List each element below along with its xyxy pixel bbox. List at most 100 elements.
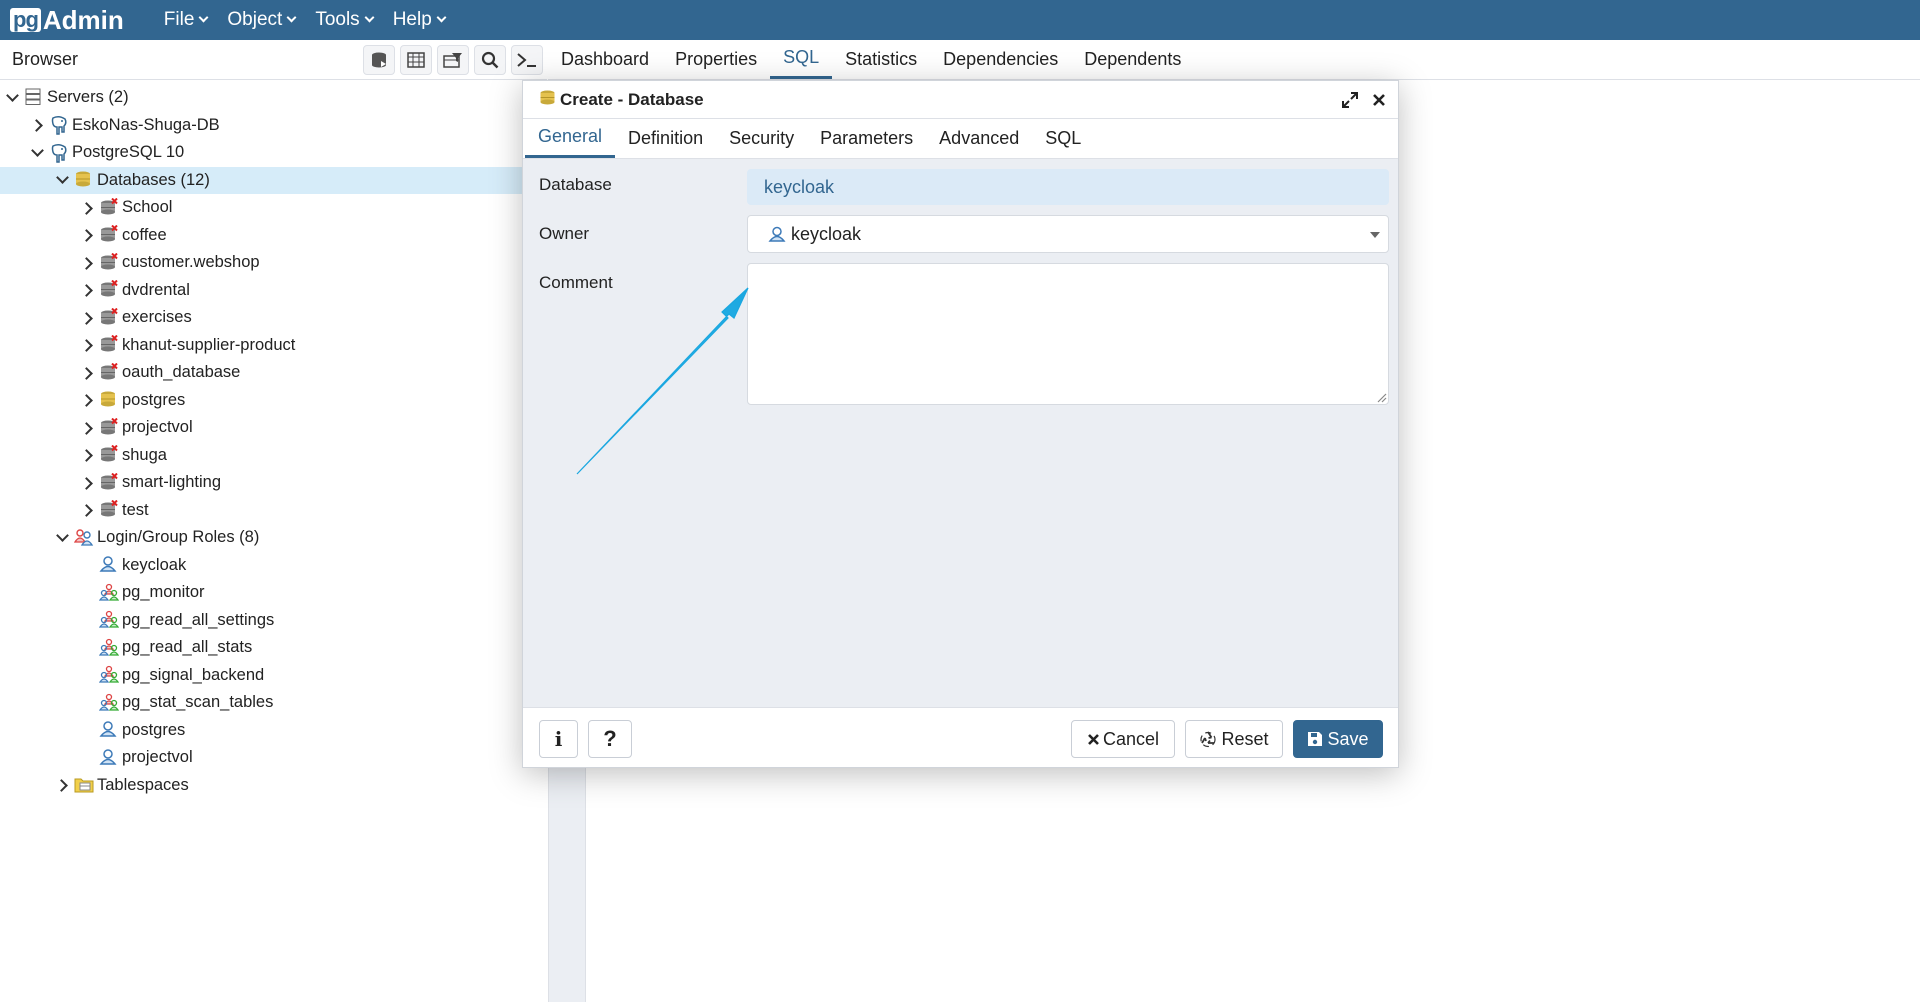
chevron-right-icon[interactable]: [77, 308, 99, 328]
tree-node[interactable]: School: [77, 194, 172, 221]
cancel-label: Cancel: [1102, 728, 1160, 749]
pgadmin-logo[interactable]: pg Admin: [10, 5, 124, 36]
chevron-right-icon[interactable]: [77, 390, 99, 410]
chevron-right-icon[interactable]: [77, 335, 99, 355]
tab-properties[interactable]: Properties: [662, 39, 770, 79]
database-name-field[interactable]: keycloak: [747, 169, 1389, 205]
tree-node-label: dvdrental: [122, 280, 190, 299]
menu-help-label: Help: [392, 9, 432, 30]
tree-node[interactable]: Tablespaces: [52, 772, 189, 799]
tree-node[interactable]: Databases (12): [0, 166, 547, 194]
menu-object[interactable]: Object: [217, 0, 305, 40]
view-data-button[interactable]: [400, 44, 432, 75]
menu-object-label: Object: [227, 9, 283, 30]
filtered-rows-button[interactable]: [437, 44, 469, 75]
chevron-right-icon[interactable]: [77, 280, 99, 300]
top-navbar: pg Admin File Object Tools Help: [0, 0, 1920, 40]
tab-dependencies[interactable]: Dependencies: [930, 39, 1071, 79]
tab-statistics[interactable]: Statistics: [832, 39, 930, 79]
tab-parameters[interactable]: Parameters: [807, 118, 926, 158]
chevron-right-icon[interactable]: [77, 473, 99, 493]
query-tool-button[interactable]: [363, 44, 395, 75]
tree-node[interactable]: pg_read_all_settings: [77, 607, 274, 634]
tree-node[interactable]: Login/Group Roles (8): [52, 524, 259, 551]
tab-dialog-sql[interactable]: SQL: [1032, 118, 1094, 158]
tab-general[interactable]: General: [525, 118, 616, 158]
tree-node[interactable]: Servers (2): [2, 84, 129, 111]
tree-node[interactable]: customer.webshop: [77, 249, 260, 276]
tree-node[interactable]: khanut-supplier-product: [77, 332, 295, 359]
chevron-right-icon[interactable]: [27, 115, 49, 135]
group-role-icon: [98, 693, 120, 713]
chevron-right-icon[interactable]: [77, 363, 99, 383]
tree-node[interactable]: coffee: [77, 222, 167, 249]
resize-handle-icon[interactable]: [1376, 392, 1387, 403]
chevron-down-icon[interactable]: [52, 170, 74, 190]
reset-button[interactable]: Reset: [1185, 720, 1283, 758]
chevron-right-icon[interactable]: [77, 225, 99, 245]
tree-node[interactable]: shuga: [77, 442, 167, 469]
create-database-dialog: Create - Database General Definition Sec…: [522, 80, 1399, 768]
tree-node[interactable]: exercises: [77, 304, 192, 331]
tab-advanced[interactable]: Advanced: [926, 118, 1032, 158]
chevron-right-icon[interactable]: [77, 445, 99, 465]
chevron-right-icon[interactable]: [77, 500, 99, 520]
tab-dependents[interactable]: Dependents: [1071, 39, 1194, 79]
chevron-down-icon: [364, 12, 375, 23]
tab-security[interactable]: Security: [716, 118, 807, 158]
chevron-down-icon[interactable]: [52, 528, 74, 548]
tree-node[interactable]: oauth_database: [77, 359, 240, 386]
help-button[interactable]: ?: [588, 720, 632, 758]
tree-node[interactable]: postgres: [77, 387, 185, 414]
chevron-right-icon[interactable]: [52, 775, 74, 795]
maximize-icon[interactable]: [1342, 91, 1358, 108]
database-label: Database: [539, 175, 612, 194]
tree-node[interactable]: pg_monitor: [77, 579, 205, 606]
tree-node[interactable]: dvdrental: [77, 277, 190, 304]
tree-node[interactable]: PostgreSQL 10: [27, 139, 184, 166]
tree-node[interactable]: EskoNas-Shuga-DB: [27, 112, 220, 139]
database-connected-icon: [99, 390, 119, 410]
save-label: Save: [1327, 728, 1369, 749]
database-disconnected-icon: [99, 279, 119, 300]
tree-node[interactable]: postgres: [77, 717, 185, 744]
tablespaces-icon: [74, 775, 94, 795]
save-button[interactable]: Save: [1293, 720, 1383, 758]
tree-node[interactable]: pg_signal_backend: [77, 662, 264, 689]
general-form: Database keycloak Owner keycloak Comment: [523, 159, 1398, 689]
chevron-right-icon[interactable]: [77, 198, 99, 218]
dialog-header[interactable]: Create - Database: [523, 81, 1398, 119]
tab-definition[interactable]: Definition: [615, 118, 716, 158]
tree-node[interactable]: projectvol: [77, 744, 193, 771]
tree-node[interactable]: pg_stat_scan_tables: [77, 689, 273, 716]
search-objects-button[interactable]: [474, 44, 506, 75]
tree-node[interactable]: keycloak: [77, 552, 186, 579]
menu-help[interactable]: Help: [383, 0, 455, 40]
chevron-down-icon[interactable]: [27, 143, 49, 163]
tab-sql[interactable]: SQL: [770, 39, 833, 79]
info-button[interactable]: i: [539, 720, 578, 758]
tree-node-label: customer.webshop: [122, 253, 260, 271]
tree-node[interactable]: test: [77, 497, 149, 524]
chevron-right-icon[interactable]: [77, 253, 99, 273]
chevron-right-icon[interactable]: [77, 418, 99, 438]
tree-node[interactable]: smart-lighting: [77, 469, 221, 496]
tree-node-label: khanut-supplier-product: [122, 335, 296, 354]
owner-select[interactable]: keycloak: [747, 215, 1389, 253]
tab-dashboard[interactable]: Dashboard: [548, 39, 662, 79]
tree-node[interactable]: projectvol: [77, 414, 193, 441]
database-disconnected-icon: [99, 224, 119, 245]
tree-node[interactable]: pg_read_all_stats: [77, 634, 252, 661]
chevron-down-icon[interactable]: [2, 88, 24, 108]
psql-tool-button[interactable]: [511, 44, 543, 75]
close-icon[interactable]: [1372, 93, 1386, 107]
database-disconnected-icon: [99, 417, 119, 438]
tree-node-label: pg_read_all_settings: [122, 610, 275, 629]
chevron-down-icon: [436, 12, 447, 23]
menu-file[interactable]: File: [154, 0, 218, 40]
comment-textarea[interactable]: [747, 263, 1389, 405]
cancel-button[interactable]: Cancel: [1071, 720, 1175, 758]
menu-tools[interactable]: Tools: [305, 0, 382, 40]
